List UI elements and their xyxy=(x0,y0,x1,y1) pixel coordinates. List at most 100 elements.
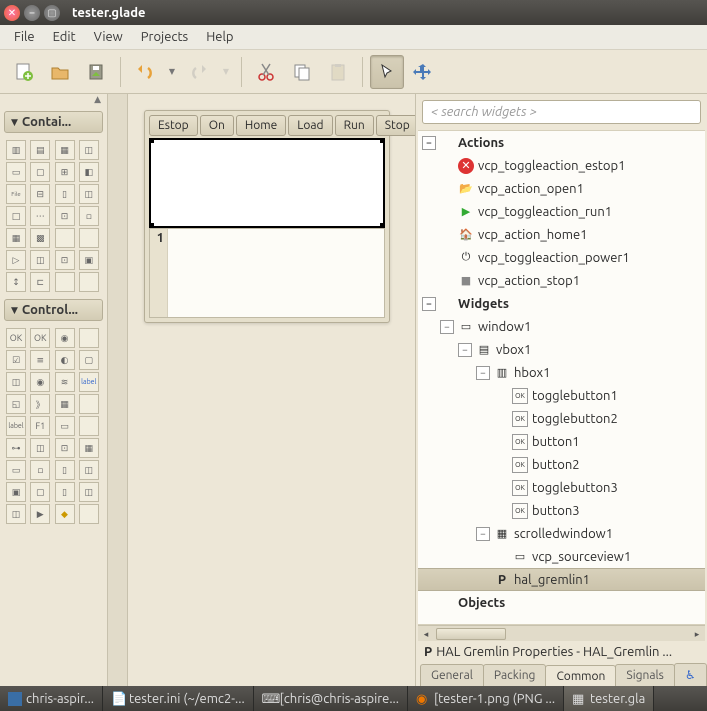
design-window1[interactable]: Estop On Home Load Run Stop 1 xyxy=(144,110,390,323)
tree-section-actions[interactable]: − Actions xyxy=(418,131,705,154)
palette-widget-icon[interactable] xyxy=(79,228,99,248)
palette-widget-icon[interactable]: ▯ xyxy=(55,460,75,480)
palette-widget-icon[interactable] xyxy=(79,416,99,436)
palette-widget-icon[interactable]: ⊡ xyxy=(55,438,75,458)
design-togglebutton3[interactable]: Run xyxy=(335,115,374,136)
tree-item-togglebutton2[interactable]: OKtogglebutton2 xyxy=(418,407,705,430)
tree-item-action[interactable]: ✕vcp_toggleaction_estop1 xyxy=(418,154,705,177)
collapse-icon[interactable]: − xyxy=(476,527,490,541)
palette-widget-icon[interactable]: 》 xyxy=(30,394,50,414)
palette-widget-icon[interactable]: ⊶ xyxy=(6,438,26,458)
window-minimize-icon[interactable]: – xyxy=(24,5,40,21)
palette-widget-icon[interactable]: ⊡ xyxy=(55,250,75,270)
design-button1[interactable]: Home xyxy=(236,115,286,136)
palette-widget-icon[interactable] xyxy=(55,272,75,292)
collapse-icon[interactable]: − xyxy=(440,320,454,334)
palette-widget-icon[interactable]: ◉ xyxy=(55,328,75,348)
palette-widget-icon[interactable]: ▷ xyxy=(6,250,26,270)
palette-widget-icon[interactable]: ⋯ xyxy=(30,206,50,226)
palette-widget-icon[interactable]: ▢ xyxy=(30,162,50,182)
scroll-thumb[interactable] xyxy=(436,628,506,640)
save-button[interactable] xyxy=(79,55,113,89)
palette-widget-icon[interactable]: ≡ xyxy=(30,350,50,370)
design-hal-gremlin[interactable]: 1 xyxy=(149,228,385,318)
palette-widget-icon[interactable] xyxy=(79,272,99,292)
collapse-icon[interactable]: − xyxy=(458,343,472,357)
collapse-icon[interactable]: − xyxy=(422,136,436,150)
collapse-icon[interactable]: − xyxy=(476,366,490,380)
tab-signals[interactable]: Signals xyxy=(615,664,674,686)
undo-history-button[interactable]: ▼ xyxy=(164,55,180,89)
palette-widget-icon[interactable]: label xyxy=(79,372,99,392)
tree-item-togglebutton1[interactable]: OKtogglebutton1 xyxy=(418,384,705,407)
palette-widget-icon[interactable]: ⊞ xyxy=(55,162,75,182)
palette-widget-icon[interactable] xyxy=(55,228,75,248)
scroll-left-icon[interactable]: ◂ xyxy=(418,626,434,642)
palette-widget-icon[interactable]: ◫ xyxy=(6,504,26,524)
palette-widget-icon[interactable]: ▫ xyxy=(79,206,99,226)
taskbar-item-editor[interactable]: 📄tester.ini (~/emc2-... xyxy=(103,686,254,711)
widget-search-input[interactable]: < search widgets > xyxy=(422,100,701,124)
palette-widget-icon[interactable]: ◱ xyxy=(6,394,26,414)
palette-widget-icon[interactable]: ↕ xyxy=(6,272,26,292)
palette-widget-icon[interactable]: ☑ xyxy=(6,350,26,370)
palette-section-containers[interactable]: ▼ Contai... xyxy=(4,111,103,133)
scroll-right-icon[interactable]: ▸ xyxy=(689,626,705,642)
palette-widget-icon[interactable]: ◐ xyxy=(55,350,75,370)
palette-widget-icon[interactable] xyxy=(79,328,99,348)
window-maximize-icon[interactable]: ▢ xyxy=(44,5,60,21)
palette-widget-icon[interactable]: ▩ xyxy=(30,228,50,248)
design-button2[interactable]: Load xyxy=(288,115,332,136)
palette-widget-icon[interactable]: ▭ xyxy=(6,162,26,182)
design-button3[interactable]: Stop xyxy=(376,115,415,136)
tree-item-hal-gremlin1[interactable]: Phal_gremlin1 xyxy=(418,568,705,591)
palette-widget-icon[interactable]: □ xyxy=(6,206,26,226)
tab-a11y[interactable]: ♿ xyxy=(674,663,707,686)
palette-widget-icon[interactable]: ▥ xyxy=(6,140,26,160)
menu-help[interactable]: Help xyxy=(198,27,241,47)
tree-item-action[interactable]: ■vcp_action_stop1 xyxy=(418,269,705,292)
taskbar-item-terminal[interactable]: ⌨[chris@chris-aspire... xyxy=(254,686,408,711)
palette-widget-icon[interactable]: F1 xyxy=(30,416,50,436)
palette-widget-icon[interactable]: ◫ xyxy=(79,140,99,160)
palette-widget-icon[interactable]: ≋ xyxy=(55,372,75,392)
palette-widget-icon[interactable]: ▦ xyxy=(6,228,26,248)
selector-tool-button[interactable] xyxy=(370,55,404,89)
palette-widget-icon[interactable]: ◫ xyxy=(79,184,99,204)
palette-widget-icon[interactable]: ◫ xyxy=(6,372,26,392)
tab-common[interactable]: Common xyxy=(545,665,616,686)
palette-widget-icon[interactable]: OK xyxy=(30,328,50,348)
taskbar-item-browser[interactable]: ◉[tester-1.png (PNG ... xyxy=(408,686,564,711)
palette-widget-icon[interactable]: ▦ xyxy=(55,140,75,160)
undo-button[interactable] xyxy=(128,55,162,89)
taskbar-show-desktop[interactable]: chris-aspir... xyxy=(0,686,103,711)
palette-widget-icon[interactable]: ▫ xyxy=(30,460,50,480)
palette-widget-icon[interactable]: ▯ xyxy=(55,482,75,502)
menu-file[interactable]: File xyxy=(6,27,43,47)
taskbar-item-glade[interactable]: ▦tester.gla xyxy=(564,686,654,711)
palette-widget-icon[interactable]: ▭ xyxy=(6,460,26,480)
palette-widget-icon[interactable]: ▤ xyxy=(30,140,50,160)
palette-widget-icon[interactable]: ▦ xyxy=(79,438,99,458)
menu-view[interactable]: View xyxy=(86,27,131,47)
palette-widget-icon[interactable]: ◫ xyxy=(30,438,50,458)
palette-widget-icon[interactable]: ⊡ xyxy=(55,206,75,226)
design-togglebutton1[interactable]: Estop xyxy=(149,115,198,136)
tree-item-window1[interactable]: −▭window1 xyxy=(418,315,705,338)
palette-widget-icon[interactable]: ▢ xyxy=(30,482,50,502)
palette-widget-icon[interactable]: ▯ xyxy=(55,184,75,204)
window-close-icon[interactable]: ✕ xyxy=(4,5,20,21)
open-button[interactable] xyxy=(43,55,77,89)
palette-widget-icon[interactable] xyxy=(79,504,99,524)
design-sourceview[interactable] xyxy=(149,138,385,228)
drag-resize-tool-button[interactable] xyxy=(406,55,440,89)
palette-widget-icon[interactable]: ▢ xyxy=(79,350,99,370)
copy-button[interactable] xyxy=(285,55,319,89)
tree-item-vbox1[interactable]: −▤vbox1 xyxy=(418,338,705,361)
tab-general[interactable]: General xyxy=(420,664,484,686)
tree-section-widgets[interactable]: − Widgets xyxy=(418,292,705,315)
menu-projects[interactable]: Projects xyxy=(133,27,196,47)
collapse-icon[interactable]: − xyxy=(422,297,436,311)
tree-item-button1[interactable]: OKbutton1 xyxy=(418,430,705,453)
palette-widget-icon[interactable]: ⊏ xyxy=(30,272,50,292)
